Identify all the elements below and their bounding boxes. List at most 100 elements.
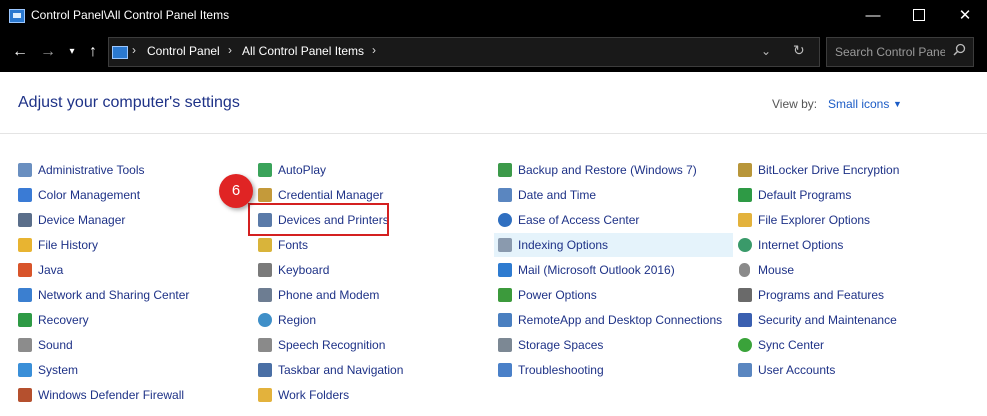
cp-item-mail[interactable]: Mail (Microsoft Outlook 2016) [498,258,675,282]
cp-item-date-time[interactable]: Date and Time [498,183,596,207]
work-folders-icon [258,388,272,402]
cp-item-bitlocker[interactable]: BitLocker Drive Encryption [738,158,899,182]
header-divider [0,133,987,134]
mouse-icon [739,263,750,277]
item-label: Credential Manager [278,188,384,202]
cp-item-default-programs[interactable]: Default Programs [738,183,851,207]
navigation-bar: ← → ▾ ↑ › Control Panel › All Control Pa… [0,32,987,72]
cp-item-backup-restore[interactable]: Backup and Restore (Windows 7) [498,158,697,182]
cp-item-windows-firewall[interactable]: Windows Defender Firewall [18,383,184,407]
troubleshooting-icon [498,363,512,377]
breadcrumb-control-panel[interactable]: Control Panel [147,44,220,58]
window-title: Control Panel\All Control Panel Items [31,8,230,22]
item-label: User Accounts [758,363,836,377]
search-icon[interactable] [953,43,966,56]
admin-tools-icon [18,163,32,177]
user-accounts-icon [738,363,752,377]
cp-item-user-accounts[interactable]: User Accounts [738,358,835,382]
cp-item-network-sharing[interactable]: Network and Sharing Center [18,283,189,307]
cp-item-java[interactable]: Java [18,258,63,282]
cp-item-autoplay[interactable]: AutoPlay [258,158,326,182]
cp-item-sound[interactable]: Sound [18,333,73,357]
cp-item-phone-modem[interactable]: Phone and Modem [258,283,379,307]
refresh-button[interactable]: ↻ [793,42,805,59]
region-icon [258,313,272,327]
close-button[interactable]: ✕ [942,0,987,32]
step-number-badge: 6 [219,174,253,208]
address-dropdown-button[interactable]: ⌄ [761,44,771,58]
item-label: Default Programs [758,188,852,202]
cp-item-speech-recognition[interactable]: Speech Recognition [258,333,385,357]
item-label: Speech Recognition [278,338,386,352]
control-panel-icon [112,46,128,59]
programs-features-icon [738,288,752,302]
recent-locations-button[interactable]: ▾ [65,40,79,64]
cp-item-internet-options[interactable]: Internet Options [738,233,843,257]
item-label: Storage Spaces [518,338,604,352]
cp-item-keyboard[interactable]: Keyboard [258,258,329,282]
breadcrumb-separator[interactable]: › [372,43,376,57]
cp-item-remoteapp[interactable]: RemoteApp and Desktop Connections [498,308,722,332]
cp-item-color-management[interactable]: Color Management [18,183,140,207]
breadcrumb-all-items[interactable]: All Control Panel Items [242,44,364,58]
cp-item-taskbar-navigation[interactable]: Taskbar and Navigation [258,358,403,382]
fonts-icon [258,238,272,252]
item-label: Java [38,263,64,277]
taskbar-icon [258,363,272,377]
sound-icon [18,338,32,352]
up-button[interactable]: ↑ [83,40,103,64]
back-button[interactable]: ← [10,40,30,64]
item-label: Recovery [38,313,89,327]
sync-center-icon [738,338,752,352]
item-label: Indexing Options [518,238,609,252]
keyboard-icon [258,263,272,277]
breadcrumb-separator[interactable]: › [228,43,232,57]
power-icon [498,288,512,302]
cp-item-device-manager[interactable]: Device Manager [18,208,125,232]
minimize-button[interactable]: — [850,0,896,32]
cp-item-ease-of-access[interactable]: Ease of Access Center [498,208,639,232]
java-icon [18,263,32,277]
network-icon [18,288,32,302]
cp-item-system[interactable]: System [18,358,78,382]
ease-of-access-icon [498,213,512,227]
view-by-dropdown[interactable]: Small icons [828,97,889,111]
cp-item-sync-center[interactable]: Sync Center [738,333,824,357]
cp-item-troubleshooting[interactable]: Troubleshooting [498,358,604,382]
address-bar[interactable]: › Control Panel › All Control Panel Item… [108,37,820,67]
chevron-down-icon[interactable]: ▼ [893,99,902,109]
cp-item-mouse[interactable]: Mouse [738,258,794,282]
item-label: Sound [38,338,73,352]
item-label: File Explorer Options [758,213,871,227]
cp-item-recovery[interactable]: Recovery [18,308,89,332]
autoplay-icon [258,163,272,177]
cp-item-power-options[interactable]: Power Options [498,283,597,307]
cp-item-indexing-options[interactable]: Indexing Options [494,233,733,257]
cp-item-storage-spaces[interactable]: Storage Spaces [498,333,603,357]
maximize-icon [913,8,925,21]
highlight-box [248,203,389,236]
cp-item-region[interactable]: Region [258,308,316,332]
phone-modem-icon [258,288,272,302]
search-box[interactable] [826,37,974,67]
title-bar: Control Panel\All Control Panel Items — … [0,0,987,32]
cp-item-security-maintenance[interactable]: Security and Maintenance [738,308,897,332]
item-label: BitLocker Drive Encryption [758,163,900,177]
cp-item-administrative-tools[interactable]: Administrative Tools [18,158,145,182]
indexing-icon [498,238,512,252]
cp-item-file-history[interactable]: File History [18,233,98,257]
item-label: Programs and Features [758,288,885,302]
item-label: Sync Center [758,338,825,352]
storage-spaces-icon [498,338,512,352]
forward-button[interactable]: → [38,40,58,64]
firewall-icon [18,388,32,402]
cp-item-fonts[interactable]: Fonts [258,233,308,257]
item-label: File History [38,238,99,252]
cp-item-file-explorer-options[interactable]: File Explorer Options [738,208,870,232]
cp-item-programs-features[interactable]: Programs and Features [738,283,884,307]
breadcrumb-separator[interactable]: › [132,43,136,57]
maximize-button[interactable] [896,0,942,32]
search-input[interactable] [833,43,947,61]
cp-item-work-folders[interactable]: Work Folders [258,383,349,407]
item-label: Work Folders [278,388,350,402]
